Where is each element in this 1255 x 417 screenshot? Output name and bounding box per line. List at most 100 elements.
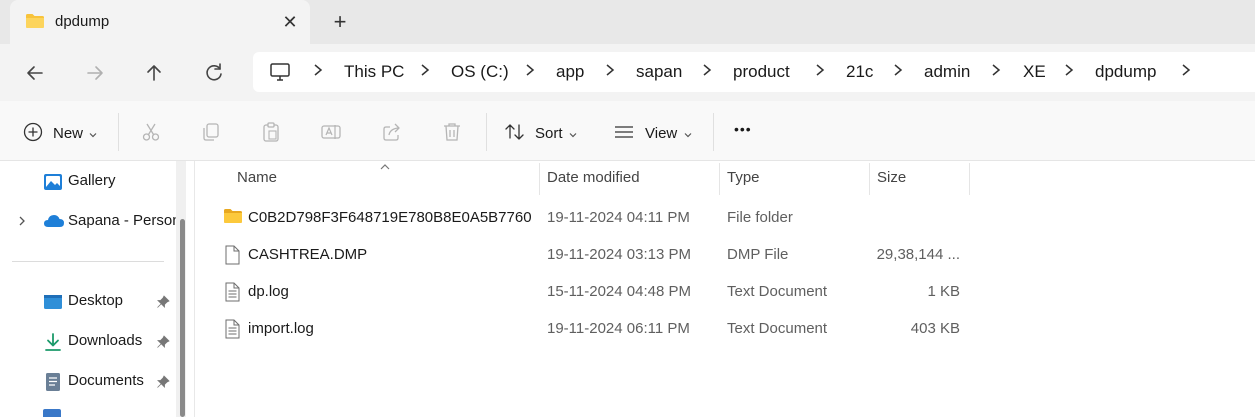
copy-icon[interactable] xyxy=(200,121,222,148)
breadcrumb-xe[interactable]: XE xyxy=(1023,62,1046,82)
share-icon[interactable] xyxy=(381,121,403,148)
chevron-right-icon[interactable] xyxy=(523,60,537,80)
pin-icon[interactable] xyxy=(156,375,170,394)
gallery-icon xyxy=(43,172,63,197)
new-button[interactable] xyxy=(22,121,44,148)
sidebar-item-label: Gallery xyxy=(68,172,116,189)
forward-button[interactable] xyxy=(80,58,110,88)
view-label[interactable]: View xyxy=(645,125,677,142)
sidebar-item-desktop[interactable]: Desktop xyxy=(0,286,176,316)
pin-icon[interactable] xyxy=(156,295,170,314)
documents-icon xyxy=(43,372,63,397)
breadcrumb-admin[interactable]: admin xyxy=(924,62,970,82)
column-header-size[interactable]: Size xyxy=(877,169,906,186)
breadcrumb-this-pc[interactable]: This PC xyxy=(344,62,404,82)
view-icon xyxy=(615,126,633,138)
column-header-type[interactable]: Type xyxy=(727,169,760,186)
breadcrumb-21c[interactable]: 21c xyxy=(846,62,873,82)
chevron-right-icon[interactable] xyxy=(891,60,905,80)
file-type: DMP File xyxy=(727,246,789,263)
back-button[interactable] xyxy=(20,58,50,88)
arrow-up-icon xyxy=(147,65,161,81)
tab-dpdump[interactable]: dpdump ✕ xyxy=(10,0,310,44)
sidebar-item-downloads[interactable]: Downloads xyxy=(0,326,176,356)
sidebar-item-onedrive[interactable]: Sapana - Person xyxy=(0,206,181,236)
text-file-icon xyxy=(223,282,241,307)
table-row[interactable]: dp.log 15-11-2024 04:48 PM Text Document… xyxy=(196,273,976,309)
rename-icon[interactable] xyxy=(320,121,342,148)
chevron-right-icon[interactable] xyxy=(603,60,617,80)
up-button[interactable] xyxy=(139,58,169,88)
plus-circle-icon xyxy=(23,122,43,142)
download-icon xyxy=(43,332,63,357)
chevron-right-icon[interactable] xyxy=(311,60,325,80)
pin-icon[interactable] xyxy=(156,335,170,354)
chevron-down-icon[interactable] xyxy=(88,127,98,145)
file-type: Text Document xyxy=(727,320,828,337)
command-bar: New Sort View ••• xyxy=(0,101,1255,161)
sort-button[interactable] xyxy=(504,121,526,148)
column-separator[interactable] xyxy=(539,163,540,195)
folder-icon xyxy=(25,13,45,34)
sidebar-item-label: Documents xyxy=(68,372,144,389)
cut-icon[interactable] xyxy=(140,121,162,148)
file-list: Name Date modified Type Size C0B2D798F3F… xyxy=(196,161,1255,417)
column-separator[interactable] xyxy=(969,163,970,195)
file-icon xyxy=(223,245,241,270)
column-header-name[interactable]: Name xyxy=(237,169,277,186)
sidebar-item-label: Sapana - Person xyxy=(68,212,181,229)
close-tab-button[interactable]: ✕ xyxy=(276,8,304,36)
more-options-button[interactable]: ••• xyxy=(734,121,752,137)
chevron-right-icon[interactable] xyxy=(989,60,1003,80)
column-header-date-modified[interactable]: Date modified xyxy=(547,169,640,186)
delete-icon[interactable] xyxy=(441,121,463,148)
chevron-right-icon[interactable] xyxy=(1179,60,1193,80)
chevron-right-icon[interactable] xyxy=(418,60,432,80)
sort-label[interactable]: Sort xyxy=(535,125,563,142)
chevron-right-icon[interactable] xyxy=(813,60,827,80)
chevron-right-icon[interactable] xyxy=(700,60,714,80)
chevron-down-icon[interactable] xyxy=(568,127,578,145)
breadcrumb-os-c[interactable]: OS (C:) xyxy=(451,62,509,82)
chevron-right-icon[interactable] xyxy=(1062,60,1076,80)
refresh-icon xyxy=(206,63,222,81)
refresh-button[interactable] xyxy=(199,58,229,88)
file-date-modified: 19-11-2024 06:11 PM xyxy=(547,320,690,337)
desktop-icon xyxy=(43,292,63,317)
file-name: dp.log xyxy=(248,283,289,300)
breadcrumb-dpdump[interactable]: dpdump xyxy=(1095,62,1156,82)
column-separator[interactable] xyxy=(869,163,870,195)
file-type: File folder xyxy=(727,209,793,226)
view-button[interactable] xyxy=(613,121,635,148)
file-date-modified: 19-11-2024 03:13 PM xyxy=(547,246,691,263)
file-size: 29,38,144 ... xyxy=(876,246,960,263)
file-name: C0B2D798F3F648719E780B8E0A5B7760 xyxy=(248,209,532,226)
tab-title: dpdump xyxy=(55,13,110,30)
arrow-left-icon xyxy=(27,66,43,80)
sidebar-divider xyxy=(12,261,164,262)
divider xyxy=(713,113,714,151)
table-row[interactable]: import.log 19-11-2024 06:11 PM Text Docu… xyxy=(196,310,976,346)
pane-divider[interactable] xyxy=(194,161,195,417)
table-row[interactable]: C0B2D798F3F648719E780B8E0A5B7760 19-11-2… xyxy=(196,199,976,235)
divider xyxy=(118,113,119,151)
chevron-down-icon[interactable] xyxy=(683,127,693,145)
new-tab-button[interactable]: + xyxy=(326,8,354,36)
file-type: Text Document xyxy=(727,283,828,300)
new-label[interactable]: New xyxy=(53,125,83,142)
sidebar-scrollbar-thumb[interactable] xyxy=(180,219,185,417)
breadcrumb-sapan[interactable]: sapan xyxy=(636,62,682,82)
sidebar-item-documents[interactable]: Documents xyxy=(0,366,176,396)
file-date-modified: 15-11-2024 04:48 PM xyxy=(547,283,691,300)
column-separator[interactable] xyxy=(719,163,720,195)
breadcrumb-app[interactable]: app xyxy=(556,62,584,82)
chevron-right-icon[interactable] xyxy=(17,214,27,232)
breadcrumb-product[interactable]: product xyxy=(733,62,790,82)
sidebar-item-gallery[interactable]: Gallery xyxy=(0,166,176,196)
table-row[interactable]: CASHTREA.DMP 19-11-2024 03:13 PM DMP Fil… xyxy=(196,236,976,272)
address-row: This PC OS (C:) app sapan product 21c ad… xyxy=(0,44,1255,101)
file-name: CASHTREA.DMP xyxy=(248,246,368,263)
paste-icon[interactable] xyxy=(260,121,282,148)
title-bar: dpdump ✕ + xyxy=(0,0,1255,44)
address-bar[interactable]: This PC OS (C:) app sapan product 21c ad… xyxy=(253,52,1255,92)
